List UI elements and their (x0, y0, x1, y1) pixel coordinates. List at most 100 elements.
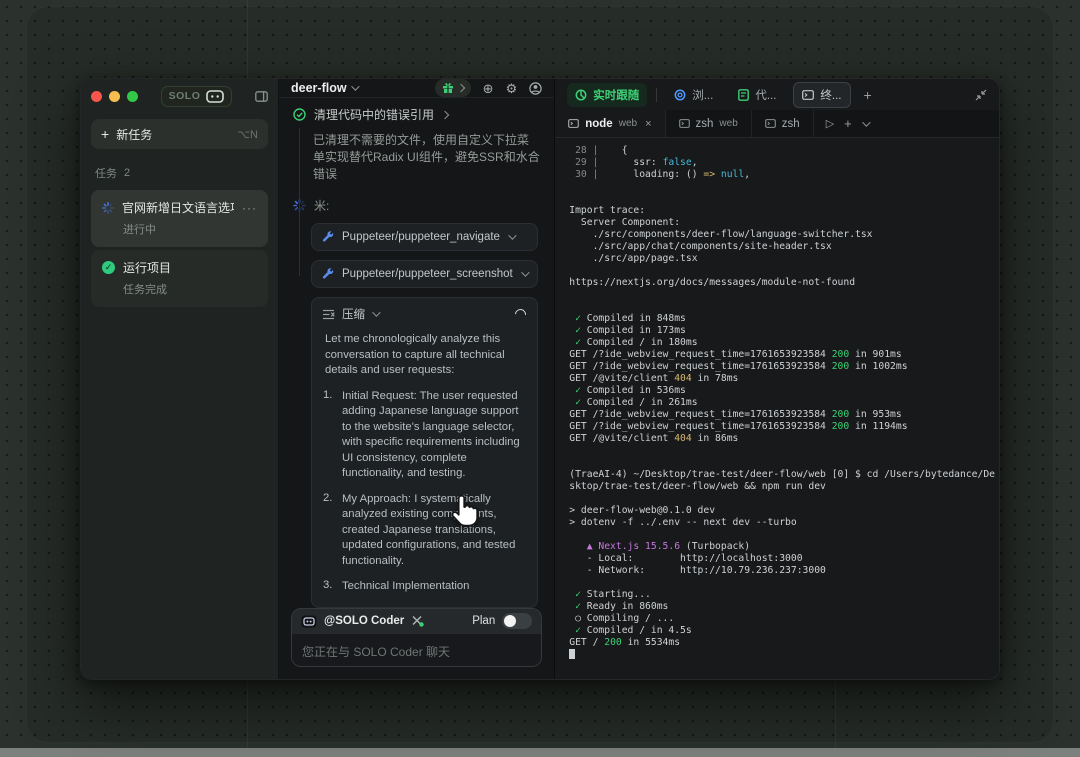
completed-step-row[interactable]: 清理代码中的错误引用 (293, 106, 540, 123)
tab-label: 浏... (692, 87, 713, 103)
run-icon[interactable]: ▷ (826, 117, 834, 130)
terminal-line: sktop/trae-test/deer-flow/web && npm run… (569, 481, 995, 493)
terminal-output[interactable]: 28 | { 29 | ssr: false, 30 | loading: ()… (555, 138, 999, 679)
terminal-line: ✓ Starting... (569, 589, 995, 601)
account-icon[interactable] (529, 82, 542, 95)
terminal-line: 30 | loading: () => null, (569, 169, 995, 181)
terminal-tab-zsh-web[interactable]: zsh web (666, 110, 752, 137)
compress-list-item: 3.Technical Implementation (323, 579, 526, 595)
terminal-icon (802, 90, 814, 100)
tasks-header: 任务 2 (95, 165, 264, 181)
new-chat-icon[interactable]: ⊕ (483, 82, 494, 95)
task-done-icon: ✓ (102, 261, 115, 274)
chat-panel: deer-flow ⊕ ⚙ (279, 79, 555, 679)
chat-input-header: @SOLO Coder Plan (292, 609, 541, 634)
tab-label: 终... (820, 87, 841, 103)
sidebar: SOLO + 新任务 ⌥N 任务 2 (81, 79, 279, 679)
gift-icon (442, 82, 454, 94)
panel-tab-bar: 实时跟随 浏... 代... (555, 79, 999, 110)
new-task-button[interactable]: + 新任务 ⌥N (91, 119, 268, 149)
app-window: SOLO + 新任务 ⌥N 任务 2 (80, 78, 1000, 680)
task-spinner-icon (102, 202, 114, 214)
tools-icon[interactable] (411, 615, 424, 627)
terminal-tab-node-web[interactable]: node web × (555, 110, 665, 137)
terminal-icon (765, 119, 776, 128)
thread-connector-line (299, 128, 300, 276)
terminal-line: ✓ Compiled in 536ms (569, 385, 995, 397)
sidebar-toggle-icon[interactable] (255, 91, 268, 102)
compress-icon (323, 309, 335, 320)
terminal-panel: 实时跟随 浏... 代... (555, 79, 999, 679)
minimize-window-button[interactable] (109, 91, 120, 102)
compress-list-item: 2.My Approach: I systematically analyzed… (323, 492, 526, 570)
tool-call-card[interactable]: Puppeteer/puppeteer_navigate (311, 223, 538, 251)
terminal-tab-subtitle: web (719, 118, 737, 129)
browser-icon (674, 89, 686, 101)
terminal-tab-name: zsh (782, 118, 800, 130)
terminal-line (569, 265, 995, 277)
terminal-line (569, 193, 995, 205)
chevron-down-icon (521, 268, 529, 276)
terminal-actions: ▷ + (814, 110, 880, 137)
terminal-line: GET /?ide_webview_request_time=176165392… (569, 409, 995, 421)
tool-call-card[interactable]: Puppeteer/puppeteer_screenshot (311, 260, 538, 288)
terminal-line: GET /@vite/client 404 in 86ms (569, 433, 995, 445)
terminal-line (569, 649, 995, 661)
terminal-line: ✓ Compiled / in 4.5s (569, 625, 995, 637)
terminal-line: GET /?ide_webview_request_time=176165392… (569, 361, 995, 373)
terminal-line (569, 577, 995, 589)
terminal-tab-zsh[interactable]: zsh (752, 110, 814, 137)
terminal-line: (TraeAI-4) ~/Desktop/trae-test/deer-flow… (569, 469, 995, 481)
task-title: 官网新增日文语言选项 (122, 199, 234, 216)
tab-live-follow[interactable]: 实时跟随 (567, 83, 647, 107)
tool-call-label: Puppeteer/puppeteer_navigate (342, 231, 500, 243)
tab-terminal[interactable]: 终... (793, 82, 850, 108)
chevron-right-icon (456, 84, 464, 92)
agent-name[interactable]: @SOLO Coder (324, 615, 404, 627)
terminal-line: - Local: http://localhost:3000 (569, 553, 995, 565)
step-summary: 已清理不需要的文件，使用自定义下拉菜单实现替代Radix UI组件，避免SSR和… (313, 132, 540, 183)
terminal-line: https://nextjs.org/docs/messages/module-… (569, 277, 995, 289)
terminal-line: GET /?ide_webview_request_time=176165392… (569, 349, 995, 361)
tab-browser[interactable]: 浏... (666, 83, 721, 107)
chat-input-box: @SOLO Coder Plan 您正在与 SOLO Coder 聊天 @ # (291, 608, 542, 668)
compress-body: Let me chronologically analyze this conv… (323, 332, 526, 595)
task-card[interactable]: ✓ 运行项目任务完成 (91, 250, 268, 307)
terminal-line: 28 | { (569, 145, 995, 157)
chevron-down-icon[interactable] (862, 118, 870, 126)
backdrop-seam (835, 680, 836, 757)
wrench-icon (322, 231, 334, 243)
close-window-button[interactable] (91, 91, 102, 102)
chat-scroll-area[interactable]: 清理代码中的错误引用 已清理不需要的文件，使用自定义下拉菜单实现替代Radix … (279, 98, 554, 608)
project-title[interactable]: deer-flow (291, 81, 347, 95)
add-panel-tab-button[interactable]: + (860, 87, 876, 103)
task-status: 任务完成 (123, 281, 257, 297)
tab-separator (656, 88, 657, 102)
settings-gear-icon[interactable]: ⚙ (506, 82, 518, 95)
mouse-cursor (451, 494, 481, 528)
add-terminal-button[interactable]: + (844, 116, 852, 131)
collapse-panel-icon[interactable] (975, 89, 987, 101)
message-input[interactable]: 您正在与 SOLO Coder 聊天 (292, 634, 541, 668)
terminal-line: ✓ Compiled / in 261ms (569, 397, 995, 409)
task-card[interactable]: 官网新增日文语言选项···进行中 (91, 190, 268, 247)
terminal-line: ✓ Compiled / in 180ms (569, 337, 995, 349)
solo-mode-badge[interactable]: SOLO (161, 86, 233, 107)
zoom-window-button[interactable] (127, 91, 138, 102)
task-menu-button[interactable]: ··· (242, 201, 257, 215)
chat-header: deer-flow ⊕ ⚙ (279, 79, 554, 98)
terminal-line: ./src/app/chat/components/site-header.ts… (569, 241, 995, 253)
terminal-line: - Network: http://10.79.236.237:3000 (569, 565, 995, 577)
rewards-button[interactable] (435, 79, 471, 97)
task-list: 官网新增日文语言选项···进行中✓运行项目任务完成 (81, 187, 278, 310)
tab-code[interactable]: 代... (730, 83, 784, 107)
plan-toggle[interactable] (502, 613, 532, 629)
step-title: 清理代码中的错误引用 (314, 106, 434, 123)
terminal-icon (568, 119, 579, 128)
compress-card[interactable]: 压缩 Let me chronologically analyze this c… (311, 297, 538, 608)
plan-label: Plan (472, 615, 495, 627)
compress-header[interactable]: 压缩 (323, 306, 526, 322)
task-title: 运行项目 (123, 259, 257, 276)
close-icon[interactable]: × (645, 118, 651, 130)
terminal-line (569, 445, 995, 457)
